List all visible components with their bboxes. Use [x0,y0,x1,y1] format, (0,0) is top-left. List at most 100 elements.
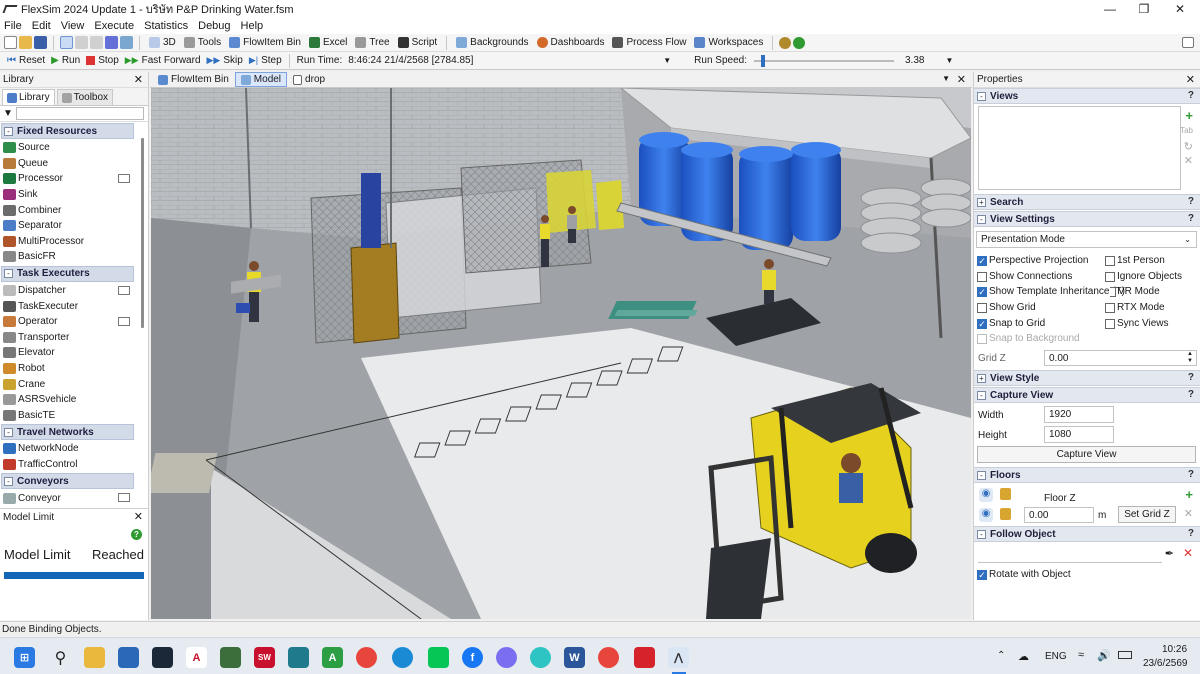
word-icon[interactable]: W [564,647,585,668]
3d-button[interactable]: 3D [146,37,179,48]
select-cursor-icon[interactable] [60,36,73,49]
grid-z-input[interactable]: 0.00 ▲ ▼ [1044,350,1197,366]
views-list[interactable] [978,106,1181,190]
clear-icon[interactable]: ✕ [1183,546,1193,560]
menu-edit[interactable]: Edit [32,20,51,32]
eye-icon[interactable]: ◉ [979,508,993,522]
help-icon[interactable]: ? [1188,90,1194,101]
collapse-icon[interactable]: - [4,126,13,136]
help-icon[interactable]: ? [1188,469,1194,480]
3d-app-icon[interactable] [288,647,309,668]
flexsim-icon[interactable]: ⋀ [668,647,689,668]
image-icon[interactable] [120,36,133,49]
menu-toggle-icon[interactable] [1182,37,1194,48]
library-item-source[interactable]: Source [0,140,148,156]
library-category-travel-networks[interactable]: - Travel Networks [1,424,134,441]
close-icon[interactable]: ✕ [134,73,143,86]
run-time-dropdown-icon[interactable]: ▼ [663,56,671,65]
edge-icon[interactable] [392,647,413,668]
tools-button[interactable]: Tools [181,37,224,48]
first-person-checkbox[interactable]: 1st Person [1105,255,1165,266]
stop-button[interactable]: Stop [83,55,122,66]
file-explorer-icon[interactable] [84,647,105,668]
script-button[interactable]: Script [395,37,441,48]
start-icon[interactable]: ⊞ [14,647,35,668]
show-grid-checkbox[interactable]: Show Grid [977,302,1036,313]
menu-view[interactable]: View [61,20,85,32]
menu-statistics[interactable]: Statistics [144,20,188,32]
solidworks-icon[interactable]: SW [254,647,275,668]
floors-section[interactable]: - Floors? [974,467,1200,483]
snap-to-grid-checkbox[interactable]: ✓ Snap to Grid [977,318,1045,329]
line-icon[interactable] [428,647,449,668]
menu-file[interactable]: File [4,20,22,32]
run-speed-thumb[interactable] [760,54,765,67]
open-folder-icon[interactable] [19,36,32,49]
collapse-icon[interactable]: - [4,427,13,437]
run-speed-dropdown-icon[interactable]: ▼ [945,56,953,65]
group-icon[interactable] [90,36,103,49]
workspaces-button[interactable]: Workspaces [691,37,766,48]
open-properties-icon[interactable] [118,285,130,295]
open-properties-icon[interactable] [118,174,130,184]
capture-width-input[interactable]: 1920 [1044,406,1114,423]
views-section[interactable]: - Views? [974,88,1200,104]
eye-icon[interactable]: ◉ [979,488,993,502]
reset-button[interactable]: ⏮ Reset [4,55,48,66]
help-icon[interactable]: ? [1188,213,1194,224]
close-icon[interactable]: ✕ [134,510,143,523]
new-file-icon[interactable] [4,36,17,49]
clock-time[interactable]: 10:26 [1162,644,1187,655]
eyedropper-icon[interactable]: ✒ [1165,547,1174,560]
collapse-icon[interactable]: - [4,476,13,486]
run-speed-slider[interactable] [753,54,894,67]
library-item-dispatcher[interactable]: Dispatcher [0,283,148,299]
close-icon[interactable]: ✕ [1186,73,1195,86]
skip-button[interactable]: ▶▶ Skip [204,55,246,66]
capture-view-button[interactable]: Capture View [977,446,1196,463]
library-item-conveyor[interactable]: Conveyor [0,490,148,506]
refresh-view-icon[interactable]: ↻ [1184,140,1193,153]
search-section[interactable]: + Search? [974,194,1200,210]
library-item-taskexecuter[interactable]: TaskExecuter [0,298,148,314]
library-item-crane[interactable]: Crane [0,376,148,392]
wifi-icon[interactable]: ≈ [1078,649,1084,661]
tab-drop[interactable]: drop [287,72,331,87]
tab-flowitem-bin[interactable]: FlowItem Bin [152,72,235,87]
delete-floor-icon[interactable]: ✕ [1184,507,1193,520]
library-item-elevator[interactable]: Elevator [0,345,148,361]
autocad-icon[interactable]: A [186,647,207,668]
template-inheritance-checkbox[interactable]: ✓ Show Template Inheritance (T) [977,286,1125,297]
menu-help[interactable]: Help [241,20,264,32]
view-style-section[interactable]: + View Style? [974,370,1200,386]
sync-views-checkbox[interactable]: Sync Views [1105,318,1169,329]
library-category-fixed-resources[interactable]: - Fixed Resources [1,123,134,139]
open-properties-icon[interactable] [118,493,130,503]
library-item-basicte[interactable]: BasicTE [0,408,148,424]
menu-execute[interactable]: Execute [94,20,134,32]
cloud-icon[interactable]: ☁ [1018,650,1029,663]
library-category-conveyors[interactable]: - Conveyors [1,473,134,490]
dashboards-button[interactable]: Dashboards [534,37,608,48]
library-item-basicfr[interactable]: BasicFR [0,249,148,265]
help-icon[interactable]: ? [1188,389,1194,400]
library-item-robot[interactable]: Robot [0,361,148,377]
delete-view-icon[interactable]: ✕ [1184,154,1193,167]
flowitem-bin-button[interactable]: FlowItem Bin [226,37,304,48]
add-view-icon[interactable]: + [1185,108,1193,123]
library-item-combiner[interactable]: Combiner [0,202,148,218]
close-tab-icon[interactable]: ✕ [957,73,966,86]
library-item-separator[interactable]: Separator [0,218,148,234]
lock-icon[interactable] [1000,508,1011,520]
chrome-icon[interactable] [356,647,377,668]
follow-object-section[interactable]: - Follow Object? [974,526,1200,542]
help-icon[interactable]: ? [1188,372,1194,383]
view-settings-section[interactable]: - View Settings? [974,211,1200,227]
library-item-processor[interactable]: Processor [0,171,148,187]
run-button[interactable]: ▶ Run [48,55,83,66]
lock-icon[interactable] [1000,488,1011,500]
battery-icon[interactable] [1118,651,1132,659]
floor-z-input[interactable]: 0.00 [1024,507,1094,523]
library-item-multiprocessor[interactable]: MultiProcessor [0,234,148,250]
capture-view-section[interactable]: - Capture View? [974,387,1200,403]
